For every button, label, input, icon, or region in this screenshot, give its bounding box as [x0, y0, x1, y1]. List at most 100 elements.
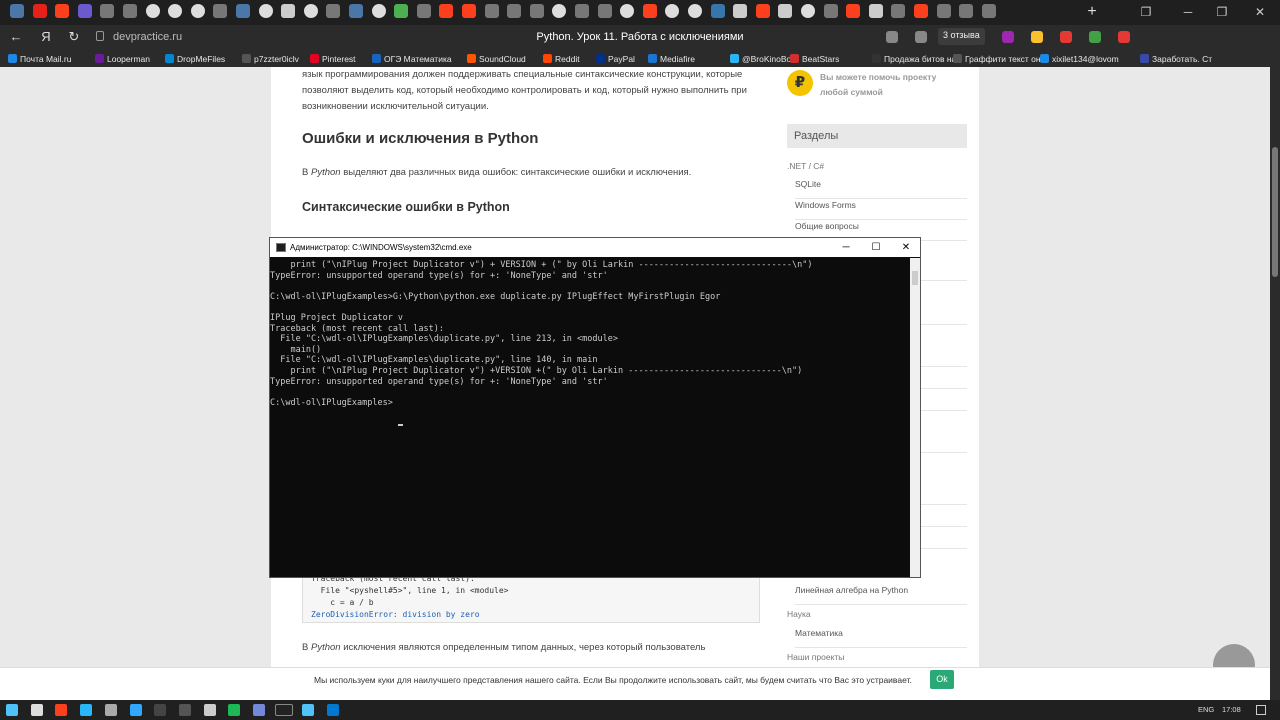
taskbar-steam-icon[interactable] — [203, 704, 216, 716]
bookmark-item[interactable]: Reddit — [543, 53, 580, 65]
url-domain[interactable]: devpractice.ru — [113, 31, 182, 43]
browser-tab-yandex-icon[interactable] — [642, 4, 657, 18]
browser-tab-github-icon[interactable] — [801, 4, 815, 18]
sidebar-link-linear-algebra[interactable]: Линейная алгебра на Python — [795, 583, 967, 605]
cmd-window[interactable]: Администратор: C:\WINDOWS\system32\cmd.e… — [269, 237, 921, 578]
page-scrollbar[interactable] — [1270, 67, 1280, 700]
browser-tab-bookmark-icon[interactable] — [484, 4, 499, 18]
browser-tab-github-icon[interactable] — [688, 4, 702, 18]
taskbar-yandex-icon[interactable] — [55, 704, 68, 716]
taskbar-obs-icon[interactable] — [154, 704, 167, 716]
cmd-scrollbar-thumb[interactable] — [912, 271, 918, 285]
tab-list-button[interactable]: ❐ — [1136, 4, 1156, 20]
bookmark-item[interactable]: Pinterest — [310, 53, 356, 65]
browser-tab-bookmark-icon[interactable] — [123, 4, 137, 18]
taskbar-windows-icon[interactable] — [6, 704, 18, 716]
cmd-title-bar[interactable]: Администратор: C:\WINDOWS\system32\cmd.e… — [270, 238, 920, 257]
taskbar-vscode-icon[interactable] — [327, 704, 340, 716]
browser-tab-music-icon[interactable] — [77, 4, 92, 18]
taskbar-davinci-icon[interactable] — [178, 704, 191, 716]
browser-tab-github-icon[interactable] — [258, 4, 273, 18]
taskbar-discord-icon[interactable] — [253, 704, 265, 716]
bookmark-item[interactable]: PayPal — [596, 53, 635, 65]
browser-tab-bookmark-icon[interactable] — [507, 4, 522, 18]
browser-tab-yandex-icon[interactable] — [462, 4, 476, 18]
taskbar-taskview-icon[interactable] — [104, 704, 117, 716]
browser-tab-yandex-icon[interactable] — [55, 4, 70, 18]
browser-tab-yandex-icon[interactable] — [846, 4, 861, 18]
bookmark-icon[interactable] — [915, 31, 927, 43]
bookmark-item[interactable]: @BroKinoBot — [730, 53, 794, 65]
browser-tab-bookmark-icon[interactable] — [416, 4, 431, 18]
browser-tab-github-icon[interactable] — [620, 4, 635, 18]
browser-tab-bookmark-icon[interactable] — [213, 4, 228, 18]
menu-icon[interactable] — [1118, 31, 1130, 43]
download-icon[interactable] — [1060, 31, 1072, 43]
bookmark-item[interactable]: DropMeFiles — [165, 53, 225, 65]
bookmark-item[interactable]: ОГЭ Математика — [372, 53, 452, 65]
browser-tab-github-icon[interactable] — [190, 4, 205, 18]
yandex-home-button[interactable]: Я — [38, 29, 54, 45]
sidebar-link-sqlite[interactable]: SQLite — [795, 177, 967, 199]
minimize-window-button[interactable]: ─ — [1178, 4, 1198, 20]
browser-tab-python-icon[interactable] — [710, 4, 725, 18]
browser-tab-bookmark-icon[interactable] — [597, 4, 612, 18]
browser-tab-shield-icon[interactable] — [394, 4, 409, 18]
browser-tab-vk-icon[interactable] — [349, 4, 363, 18]
back-button[interactable]: ← — [8, 29, 24, 45]
browser-tab-github-icon[interactable] — [145, 4, 160, 18]
browser-tab-yandex-icon[interactable] — [439, 4, 454, 18]
browser-tab-vk-icon[interactable] — [236, 4, 250, 18]
cmd-maximize-button[interactable]: ☐ — [866, 240, 886, 255]
browser-tab-bookmark-icon[interactable] — [326, 4, 341, 18]
browser-tab-github-icon[interactable] — [303, 4, 318, 18]
category-science[interactable]: Наука — [787, 609, 811, 619]
category-dotnet[interactable]: .NET / C# — [787, 161, 824, 171]
taskbar-paint-icon[interactable] — [302, 704, 315, 716]
browser-tab-yandex-icon[interactable] — [755, 4, 770, 18]
cmd-minimize-button[interactable]: ─ — [836, 240, 856, 255]
browser-tab-bookmark-icon[interactable] — [981, 4, 996, 18]
extension-icon[interactable] — [1089, 31, 1101, 43]
bookmark-item[interactable]: Продажа битов на — [872, 53, 956, 65]
restore-window-button[interactable]: ❐ — [1212, 4, 1232, 20]
bookmark-item[interactable]: xixilet134@lovom — [1040, 53, 1119, 65]
bookmark-item[interactable]: Заработать. Ст — [1140, 53, 1212, 65]
cmd-console-output[interactable]: print ("\nIPlug Project Duplicator v") +… — [270, 258, 910, 577]
bookmark-item[interactable]: Looperman — [95, 53, 150, 65]
browser-tab-github-icon[interactable] — [552, 4, 567, 18]
browser-tab-bookmark-icon[interactable] — [100, 4, 115, 18]
taskbar-search-icon[interactable] — [30, 704, 43, 716]
browser-tab-bookmark-icon[interactable] — [529, 4, 544, 18]
browser-tab-github-icon[interactable] — [665, 4, 680, 18]
taskbar-cmd-icon[interactable] — [274, 704, 293, 716]
browser-tab-yandex-icon[interactable] — [914, 4, 928, 18]
reload-button[interactable]: ↻ — [66, 29, 82, 45]
cmd-close-button[interactable]: ✕ — [896, 240, 916, 255]
browser-tab-bookmark-icon[interactable] — [959, 4, 974, 18]
sidebar-link-windows-forms[interactable]: Windows Forms — [795, 198, 967, 220]
donate-text[interactable]: Вы можете помочь проекту любой суммой — [820, 70, 965, 100]
clock[interactable]: 17:08 — [1222, 705, 1241, 714]
taskbar-telegram-icon[interactable] — [80, 704, 93, 716]
browser-tab-document-icon[interactable] — [733, 4, 748, 18]
browser-tab-youtube-icon[interactable] — [32, 4, 47, 18]
sidebar-link-math[interactable]: Математика — [795, 626, 967, 648]
browser-tab-document-icon[interactable] — [868, 4, 883, 18]
taskbar-photoshop-icon[interactable] — [129, 704, 142, 716]
bookmark-item[interactable]: Граффити текст он — [953, 53, 1041, 65]
feather-icon[interactable] — [1002, 31, 1014, 43]
browser-tab-github-icon[interactable] — [371, 4, 386, 18]
browser-tab-bookmark-icon[interactable] — [891, 4, 906, 18]
browser-tab-document-icon[interactable] — [281, 4, 296, 18]
reviews-badge[interactable]: 3 отзыва — [938, 28, 985, 45]
browser-tab-bookmark-icon[interactable] — [575, 4, 589, 18]
bookmark-item[interactable]: Почта Mail.ru — [8, 53, 71, 65]
close-window-button[interactable]: ✕ — [1250, 4, 1270, 20]
bookmark-item[interactable]: SoundCloud — [467, 53, 526, 65]
translate-icon[interactable] — [1031, 31, 1043, 43]
bookmark-item[interactable]: p7zzter0iclv — [242, 53, 299, 65]
category-our-projects[interactable]: Наши проекты — [787, 652, 844, 662]
cmd-scrollbar[interactable] — [910, 258, 920, 577]
new-tab-button[interactable]: + — [1084, 4, 1100, 20]
